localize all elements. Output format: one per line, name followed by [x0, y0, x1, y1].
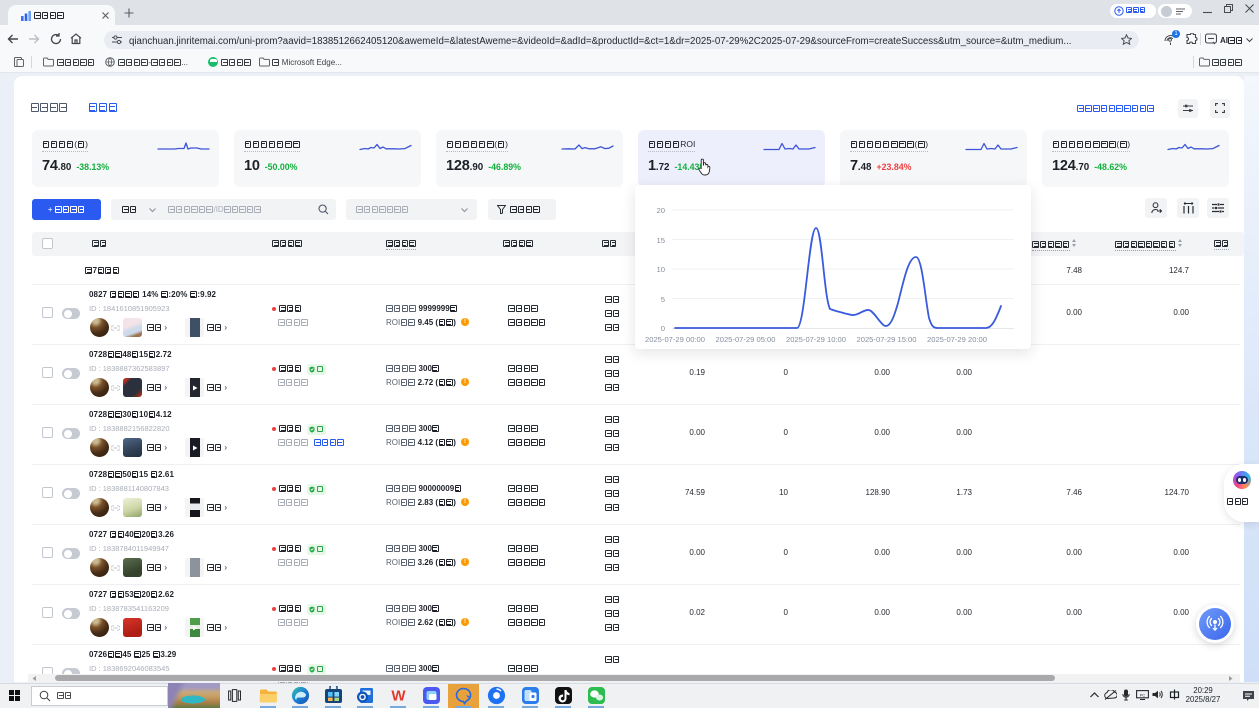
svg-text:PC: PC	[1140, 693, 1146, 698]
svg-text:W: W	[391, 688, 406, 705]
